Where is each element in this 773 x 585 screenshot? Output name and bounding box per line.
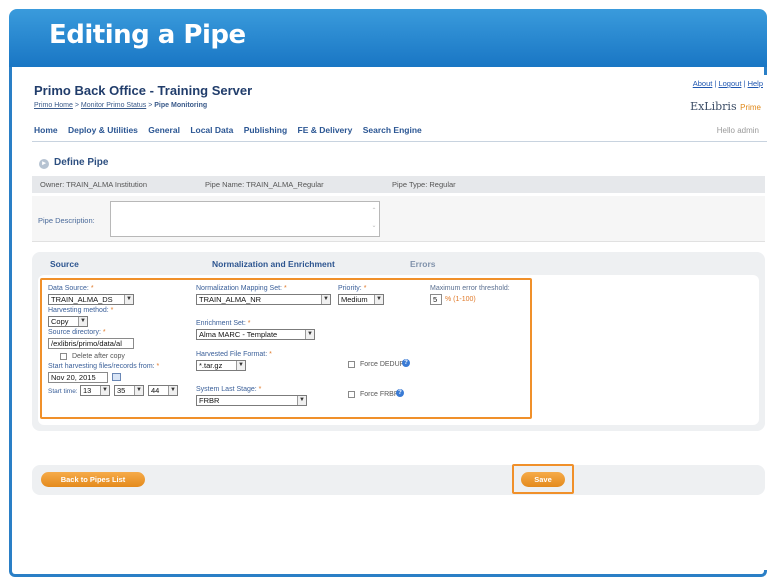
link-separator: | — [743, 79, 746, 88]
harvesting-method-select[interactable]: Copy ▼ — [48, 316, 88, 327]
priority-label: Priority: * — [338, 285, 367, 292]
textarea-scrollbar[interactable]: ⌃ ⌄ — [370, 204, 378, 234]
section-title: ▸ Define Pipe — [39, 157, 108, 169]
app-title: Primo Back Office - Training Server — [34, 83, 253, 98]
calendar-icon[interactable] — [112, 373, 121, 381]
exlibris-logo: ExLibris Prime — [690, 100, 761, 113]
data-source-label: Data Source: * — [48, 285, 94, 292]
primo-back-office-app: Primo Back Office - Training Server Prim… — [22, 75, 767, 570]
help-link[interactable]: Help — [748, 79, 763, 88]
logo-brand: ExLibris — [690, 100, 737, 113]
breadcrumb-separator: > — [148, 102, 153, 109]
nav-item-deploy-utilities[interactable]: Deploy & Utilities — [68, 125, 138, 135]
pipe-description-label: Pipe Description: — [38, 216, 95, 225]
chevron-down-icon: ▼ — [78, 317, 87, 326]
force-frbr-label: Force FRBR — [360, 391, 399, 398]
normalization-mapping-set-select[interactable]: TRAIN_ALMA_NR ▼ — [196, 294, 331, 305]
pipe-description-row: Pipe Description: ⌃ ⌄ — [32, 196, 765, 242]
tab-normalization-enrichment[interactable]: Normalization and Enrichment — [212, 259, 335, 269]
enrichment-set-label: Enrichment Set: * — [196, 320, 251, 327]
source-tab-content: Data Source: * TRAIN_ALMA_DS ▼ Harvesting… — [38, 275, 759, 425]
about-link[interactable]: About — [693, 79, 713, 88]
breadcrumb-current: Pipe Monitoring — [154, 102, 208, 109]
help-icon[interactable]: ? — [396, 389, 404, 397]
start-time-label: Start time: — [48, 388, 78, 395]
chevron-right-icon: ▸ — [39, 159, 49, 169]
chevron-down-icon: ▼ — [168, 386, 177, 395]
source-directory-input[interactable]: /exlibris/primo/data/al — [48, 338, 134, 349]
hello-user: Hello admin — [716, 126, 759, 135]
pipe-info-bar: Owner: TRAIN_ALMA Institution Pipe Name:… — [32, 176, 765, 193]
pipe-tabs-panel: Source Normalization and Enrichment Erro… — [32, 252, 765, 431]
delete-after-copy-checkbox[interactable] — [60, 353, 67, 360]
start-harvesting-label: Start harvesting files/records from: * — [48, 363, 160, 370]
system-last-stage-label: System Last Stage: * — [196, 386, 262, 393]
start-second-select[interactable]: 44 ▼ — [148, 385, 178, 396]
harvested-file-format-select[interactable]: *.tar.gz ▼ — [196, 360, 246, 371]
nav-item-general[interactable]: General — [148, 125, 180, 135]
logout-link[interactable]: Logout — [718, 79, 741, 88]
breadcrumb-separator: > — [74, 102, 79, 109]
enrichment-set-select[interactable]: Alma MARC - Template ▼ — [196, 329, 315, 340]
chevron-down-icon: ▼ — [124, 295, 133, 304]
max-error-threshold-label: Maximum error threshold: — [430, 285, 510, 292]
start-hour-select[interactable]: 13 ▼ — [80, 385, 110, 396]
nav-item-publishing[interactable]: Publishing — [244, 125, 287, 135]
force-dedup-checkbox[interactable] — [348, 361, 355, 368]
breadcrumb-monitor-status[interactable]: Monitor Primo Status — [81, 102, 146, 109]
force-dedup-label: Force DEDUP — [360, 361, 405, 368]
chevron-down-icon: ▼ — [305, 330, 314, 339]
start-harvesting-date-input[interactable]: Nov 20, 2015 — [48, 372, 108, 383]
pipe-description-textarea[interactable] — [110, 201, 380, 237]
chevron-down-icon: ▼ — [374, 295, 383, 304]
harvested-file-format-label: Harvested File Format: * — [196, 351, 272, 358]
help-icon[interactable]: ? — [402, 359, 410, 367]
pipe-owner: Owner: TRAIN_ALMA Institution — [40, 180, 147, 189]
top-links: About | Logout | Help — [693, 79, 763, 88]
force-frbr-checkbox[interactable] — [348, 391, 355, 398]
source-directory-label: Source directory: * — [48, 329, 106, 336]
action-bar: Back to Pipes List Save — [32, 464, 765, 495]
start-minute-select[interactable]: 35 ▼ — [114, 385, 144, 396]
link-separator: | — [714, 79, 717, 88]
chevron-down-icon: ▼ — [297, 396, 306, 405]
breadcrumb: Primo Home > Monitor Primo Status > Pipe… — [34, 102, 207, 109]
save-button[interactable]: Save — [521, 472, 565, 487]
tab-source[interactable]: Source — [50, 259, 79, 269]
chevron-down-icon: ▼ — [236, 361, 245, 370]
main-nav: Home Deploy & Utilities General Local Da… — [34, 125, 430, 135]
chevron-down-icon: ▼ — [321, 295, 330, 304]
chevron-down-icon: ▼ — [100, 386, 109, 395]
max-error-threshold-input[interactable]: 5 — [430, 294, 442, 305]
nav-item-search-engine[interactable]: Search Engine — [363, 125, 422, 135]
harvesting-method-label: Harvesting method: * — [48, 307, 114, 314]
breadcrumb-primo-home[interactable]: Primo Home — [34, 102, 73, 109]
nav-item-local-data[interactable]: Local Data — [190, 125, 233, 135]
pipe-name: Pipe Name: TRAIN_ALMA_Regular — [205, 180, 324, 189]
nav-item-fe-delivery[interactable]: FE & Delivery — [298, 125, 353, 135]
nav-item-home[interactable]: Home — [34, 125, 58, 135]
normalization-mapping-set-label: Normalization Mapping Set: * — [196, 285, 287, 292]
max-error-threshold-hint: % (1-100) — [445, 296, 476, 303]
data-source-select[interactable]: TRAIN_ALMA_DS ▼ — [48, 294, 134, 305]
logo-product: Prime — [740, 103, 761, 112]
chevron-down-icon: ▼ — [134, 386, 143, 395]
section-title-text: Define Pipe — [54, 157, 109, 168]
system-last-stage-select[interactable]: FRBR ▼ — [196, 395, 307, 406]
back-to-pipes-list-button[interactable]: Back to Pipes List — [41, 472, 145, 487]
pipe-type: Pipe Type: Regular — [392, 180, 456, 189]
slide-title: Editing a Pipe — [49, 20, 246, 50]
nav-divider — [32, 141, 767, 142]
tab-errors[interactable]: Errors — [410, 259, 436, 269]
delete-after-copy-label: Delete after copy — [72, 353, 125, 360]
slide-title-bar: Editing a Pipe — [9, 9, 767, 67]
priority-select[interactable]: Medium ▼ — [338, 294, 384, 305]
